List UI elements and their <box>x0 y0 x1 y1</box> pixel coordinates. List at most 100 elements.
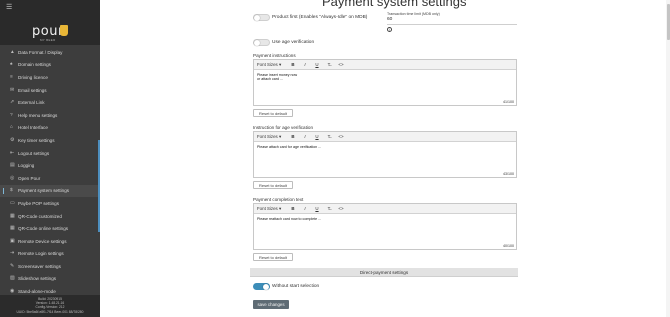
underline-button[interactable]: U <box>311 134 323 139</box>
sidebar-item-label: Stand-alone-mode <box>18 289 56 295</box>
sidebar-item-icon: ▲ <box>10 49 15 55</box>
sidebar-item-paybe-pop[interactable]: ▭ Paybe POP settings <box>0 197 100 210</box>
sidebar-item-icon: ▧ <box>10 276 15 282</box>
editor-content[interactable]: Please attach card for age verification … <box>254 142 516 173</box>
sidebar-item-data-format[interactable]: ▲ Data Format / Display <box>0 46 100 59</box>
sidebar-item-label: Logging <box>18 163 35 169</box>
editor-toolbar: Font Sizes ▾ B I U T̶ <> <box>254 60 516 70</box>
direct-payment-header: Direct-payment settings <box>250 268 518 277</box>
scrollbar-thumb[interactable] <box>666 4 670 40</box>
sidebar-item-label: Remote Device settings <box>18 238 67 244</box>
clear-format-button[interactable]: T̶ <box>323 206 335 211</box>
payment-completion-label: Payment completion text <box>253 197 304 202</box>
sidebar-item-icon: ▭ <box>10 200 15 206</box>
page-title: Payment system settings <box>322 0 467 9</box>
sidebar-item-label: Data Format / Display <box>18 49 63 55</box>
brand-subtitle: MY BEER <box>40 38 56 42</box>
toggle-knob <box>254 40 261 47</box>
sidebar-item-domain[interactable]: ♠ Domain settings <box>0 59 100 72</box>
sidebar-item-label: Email settings <box>18 87 47 93</box>
sidebar-header: ☰ pour MY BEER <box>0 0 100 45</box>
payment-completion-editor[interactable]: Font Sizes ▾ B I U T̶ <> Please reattach… <box>253 203 517 250</box>
sidebar-item-label: Hotel Interface <box>18 125 48 131</box>
sidebar-scrollbar[interactable] <box>98 140 100 232</box>
sidebar-item-payment-system[interactable]: $ Payment system settings <box>0 184 100 198</box>
page-scrollbar[interactable] <box>666 0 670 317</box>
font-size-dropdown[interactable]: Font Sizes ▾ <box>257 62 287 68</box>
reset-payment-completion-button[interactable]: Reset to default <box>253 253 293 261</box>
sidebar-item-icon: ✉ <box>10 87 15 93</box>
sidebar-item-label: Logout settings <box>18 150 50 156</box>
transaction-time-input[interactable]: 60 <box>387 17 517 25</box>
age-verification-instruction-label: Instruction for age verification <box>253 125 314 130</box>
app-root: ☰ pour MY BEER ▲ Data Format / Display ♠ D… <box>0 0 670 317</box>
without-start-selection-toggle[interactable] <box>253 283 270 291</box>
code-view-button[interactable]: <> <box>335 62 347 67</box>
sidebar-item-email[interactable]: ✉ Email settings <box>0 84 100 97</box>
italic-button[interactable]: I <box>299 134 311 139</box>
underline-button[interactable]: U <box>311 62 323 67</box>
editor-content[interactable]: Please insert money now or attach card .… <box>254 70 516 101</box>
editor-content[interactable]: Please reattach card now to complete ... <box>254 214 516 245</box>
save-changes-button[interactable]: save changes <box>253 300 289 309</box>
sidebar-item-label: Payment system settings <box>18 188 70 194</box>
bold-button[interactable]: B <box>287 206 299 211</box>
italic-button[interactable]: I <box>299 206 311 211</box>
sidebar-item-qr-online[interactable]: ▦ QR-Code online settings <box>0 222 100 235</box>
clear-format-button[interactable]: T̶ <box>323 62 335 67</box>
sidebar-item-label: Key timer settings <box>18 137 55 143</box>
underline-button[interactable]: U <box>311 206 323 211</box>
sidebar-item-icon: ? <box>10 112 13 118</box>
age-verification-toggle[interactable] <box>253 39 270 47</box>
char-counter: 41/100 <box>503 100 514 104</box>
font-size-dropdown[interactable]: Font Sizes ▾ <box>257 134 287 140</box>
sidebar-item-logout[interactable]: ⇤ Logout settings <box>0 147 100 160</box>
bold-button[interactable]: B <box>287 134 299 139</box>
sidebar-item-icon: ▤ <box>10 163 15 169</box>
sidebar-item-label: Paybe POP settings <box>18 200 60 206</box>
sidebar-item-help-menu[interactable]: ? Help menu settings <box>0 109 100 122</box>
sidebar-item-label: Domain settings <box>18 62 51 68</box>
sidebar-item-icon: $ <box>10 188 13 194</box>
build-info: Build: 20230915 Version: 1.48.21.16 Conf… <box>0 295 100 317</box>
sidebar-item-hotel-interface[interactable]: ⌂ Hotel Interface <box>0 122 100 135</box>
sidebar-item-logging[interactable]: ▤ Logging <box>0 159 100 172</box>
product-first-label: Product first (Enables "Always-Idle" on … <box>272 15 368 20</box>
sidebar-item-slideshow[interactable]: ▧ Slideshow settings <box>0 273 100 286</box>
font-size-dropdown[interactable]: Font Sizes ▾ <box>257 206 287 212</box>
product-first-toggle[interactable] <box>253 14 270 22</box>
sidebar-item-icon: ⌂ <box>10 125 13 131</box>
code-view-button[interactable]: <> <box>335 206 347 211</box>
editor-toolbar: Font Sizes ▾ B I U T̶ <> <box>254 132 516 142</box>
sidebar-item-icon: ◎ <box>10 175 15 181</box>
info-icon[interactable]: i <box>387 27 392 32</box>
sidebar-item-label: Slideshow settings <box>18 276 57 282</box>
uuid-line: UUID: 5be5a6f-e8f1-7f14 Beer-001 88/78/2… <box>16 309 84 314</box>
code-view-button[interactable]: <> <box>335 134 347 139</box>
transaction-time-label: Transaction time limit (MDB only) <box>387 12 440 16</box>
sidebar-item-icon: ≡ <box>10 74 13 80</box>
sidebar-item-remote-device[interactable]: ▣ Remote Device settings <box>0 235 100 248</box>
toggle-knob <box>262 284 269 291</box>
bold-button[interactable]: B <box>287 62 299 67</box>
char-counter: 40/100 <box>503 244 514 248</box>
sidebar-item-label: Remote Login settings <box>18 251 64 257</box>
sidebar-item-screensaver[interactable]: ✎ Screensaver settings <box>0 260 100 273</box>
sidebar-item-external-link[interactable]: ⇗ External Link <box>0 96 100 109</box>
sidebar-item-remote-login[interactable]: ⇥ Remote Login settings <box>0 248 100 261</box>
sidebar-item-qr-customized[interactable]: ▦ QR-Code customized <box>0 210 100 223</box>
reset-age-verification-button[interactable]: Reset to default <box>253 181 293 189</box>
age-verification-editor[interactable]: Font Sizes ▾ B I U T̶ <> Please attach c… <box>253 131 517 178</box>
sidebar-item-icon: ▦ <box>10 213 15 219</box>
payment-instructions-editor[interactable]: Font Sizes ▾ B I U T̶ <> Please insert m… <box>253 59 517 106</box>
sidebar-item-driving-licence[interactable]: ≡ Driving licence <box>0 71 100 84</box>
sidebar-item-key-timer[interactable]: ⚙ Key timer settings <box>0 134 100 147</box>
reset-payment-instructions-button[interactable]: Reset to default <box>253 109 293 117</box>
hamburger-menu-icon[interactable]: ☰ <box>6 4 12 11</box>
clear-format-button[interactable]: T̶ <box>323 134 335 139</box>
sidebar-item-open-pour[interactable]: ◎ Open Pour <box>0 172 100 185</box>
sidebar-item-label: Screensaver settings <box>18 263 61 269</box>
sidebar-item-icon: ▣ <box>10 238 15 244</box>
italic-button[interactable]: I <box>299 62 311 67</box>
sidebar-item-icon: ✎ <box>10 263 15 269</box>
